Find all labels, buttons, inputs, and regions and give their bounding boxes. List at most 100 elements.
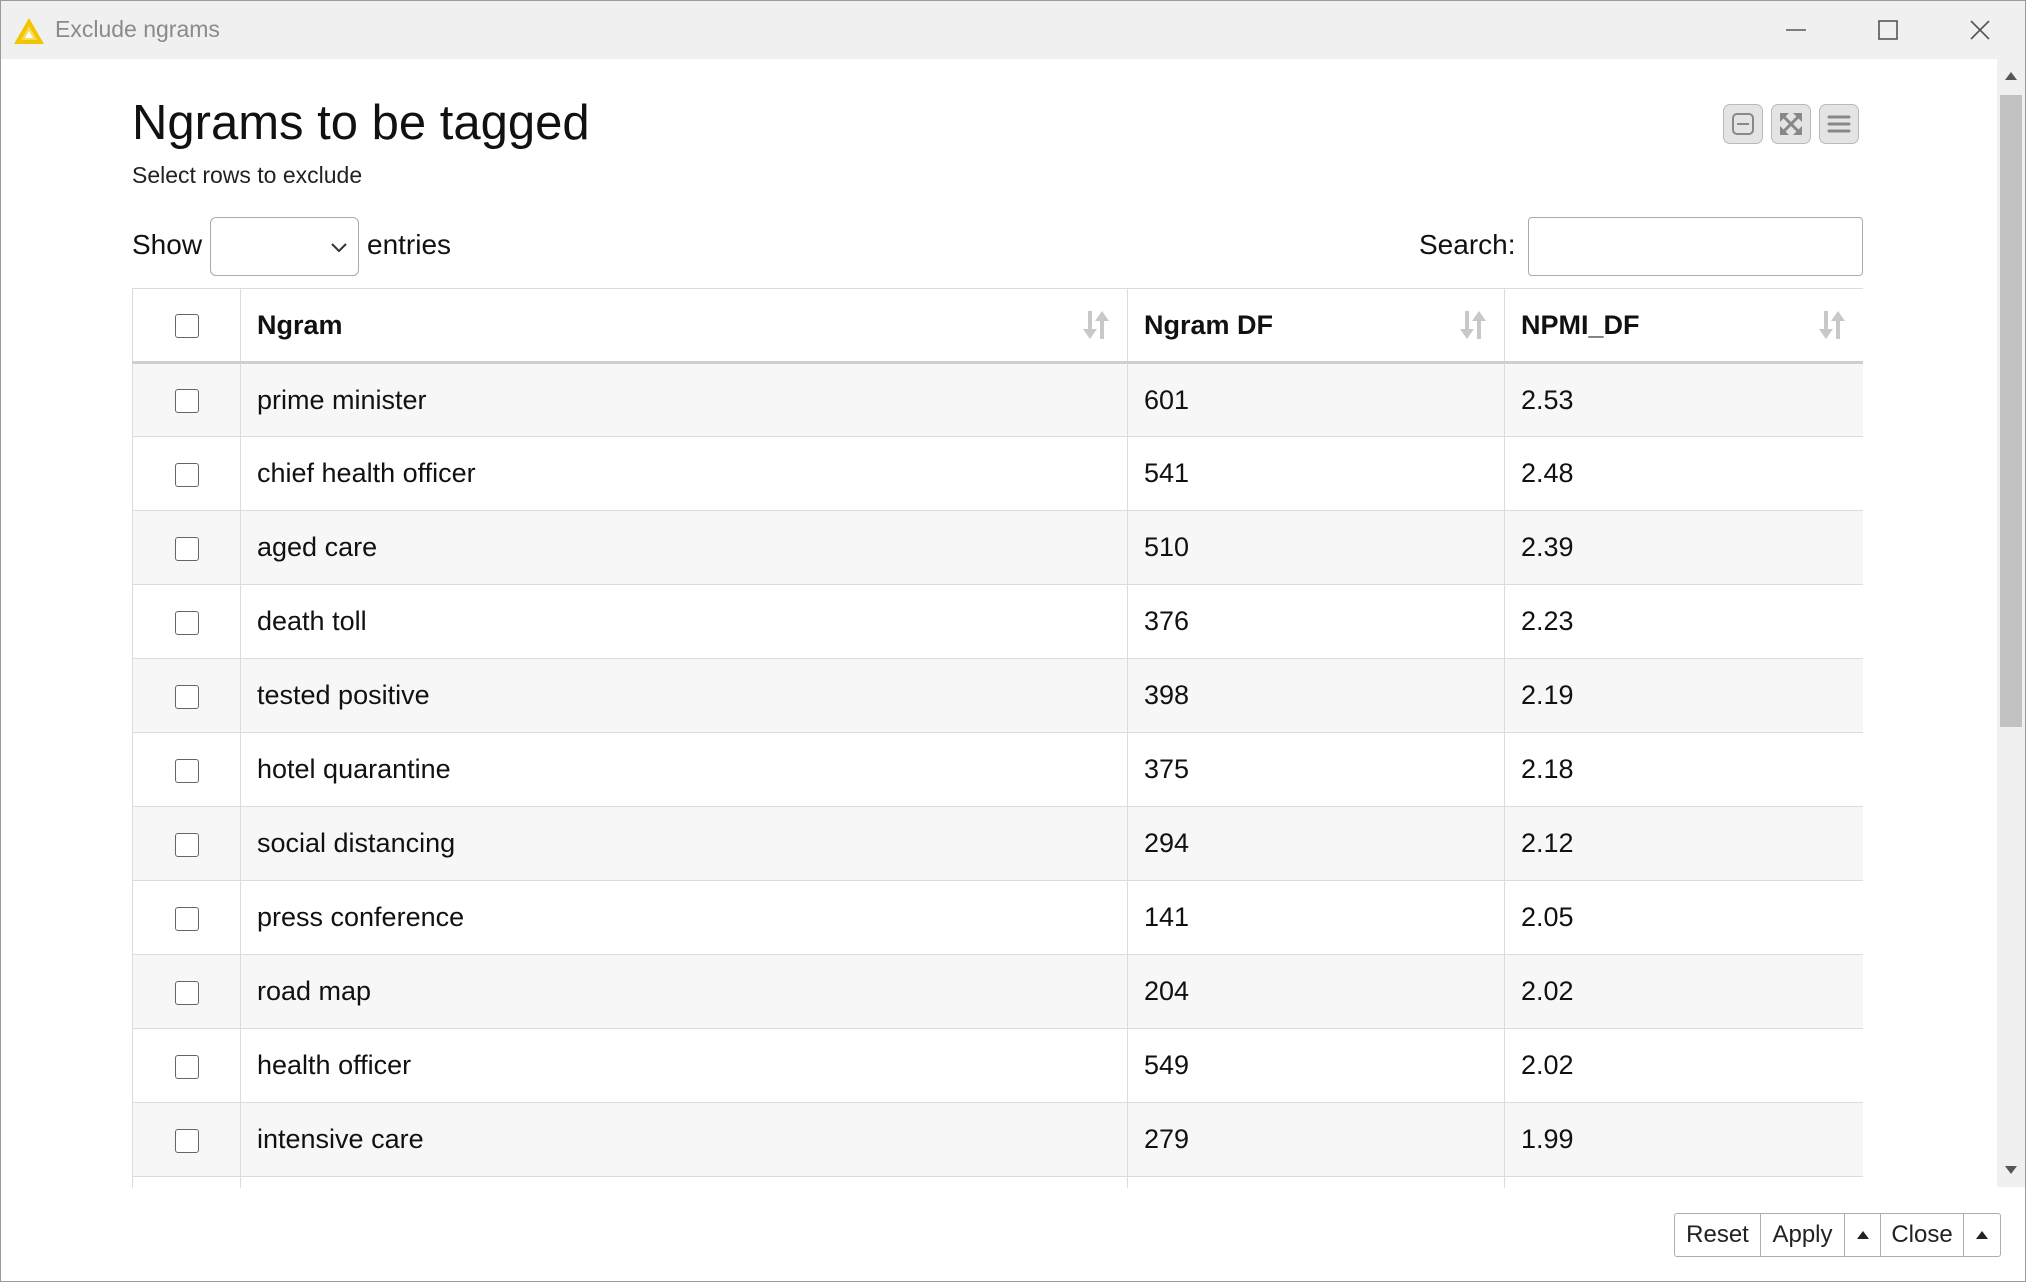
table-row[interactable]: press conference 141 2.05 (132, 880, 1863, 955)
row-checkbox[interactable] (174, 684, 199, 709)
column-header-npmi-df[interactable]: NPMI_DF (1504, 288, 1863, 364)
app-logo-icon (13, 17, 45, 45)
entries-select[interactable] (210, 217, 359, 276)
row-select-cell (132, 806, 241, 881)
table-row[interactable]: intensive care 279 1.99 (132, 1102, 1863, 1177)
triangle-up-icon (1976, 1231, 1988, 1239)
table-row[interactable] (132, 1176, 1863, 1188)
row-select-cell (132, 510, 241, 585)
entries-label: entries (367, 229, 452, 260)
table-row[interactable]: tested positive 398 2.19 (132, 658, 1863, 733)
npmi-df-cell: 2.19 (1504, 658, 1863, 733)
table-row[interactable]: aged care 510 2.39 (132, 510, 1863, 585)
table-row[interactable]: hotel quarantine 375 2.18 (132, 732, 1863, 807)
ngram-cell: health officer (240, 1028, 1128, 1103)
row-checkbox[interactable] (174, 536, 199, 561)
row-select-cell (132, 954, 241, 1029)
scroll-down-button[interactable] (1997, 1153, 2025, 1187)
column-header-ngram-df[interactable]: Ngram DF (1127, 288, 1505, 364)
ngram-table: Ngram Ngram DF NPMI_DF prime minister 60… (132, 288, 1863, 1188)
minimize-icon (1786, 29, 1806, 31)
scroll-up-button[interactable] (1997, 59, 2025, 93)
row-checkbox[interactable] (174, 1054, 199, 1079)
select-all-cell (132, 288, 241, 364)
npmi-df-cell (1504, 1176, 1863, 1188)
apply-options-button[interactable] (1844, 1213, 1881, 1257)
minimize-panel-icon (1732, 113, 1754, 135)
apply-button[interactable]: Apply (1760, 1213, 1845, 1257)
npmi-df-cell: 2.18 (1504, 732, 1863, 807)
table-row[interactable]: prime minister 601 2.53 (132, 362, 1863, 437)
row-checkbox[interactable] (174, 389, 199, 414)
npmi-df-cell: 2.05 (1504, 880, 1863, 955)
sort-icon (1460, 311, 1486, 339)
row-checkbox[interactable] (174, 832, 199, 857)
ngram-df-cell: 375 (1127, 732, 1505, 807)
triangle-up-icon (2005, 72, 2017, 80)
ngram-df-cell: 141 (1127, 880, 1505, 955)
ngram-df-cell: 204 (1127, 954, 1505, 1029)
column-header-label: NPMI_DF (1521, 309, 1640, 340)
ngram-df-cell: 294 (1127, 806, 1505, 881)
search-input[interactable] (1528, 217, 1863, 276)
ngram-cell: social distancing (240, 806, 1128, 881)
ngram-cell: prime minister (240, 362, 1128, 437)
table-row[interactable]: social distancing 294 2.12 (132, 806, 1863, 881)
row-checkbox[interactable] (174, 758, 199, 783)
ngram-cell: chief health officer (240, 436, 1128, 511)
fullscreen-icon (1780, 113, 1802, 135)
row-select-cell (132, 1102, 241, 1177)
collapse-panel-button[interactable] (1723, 104, 1763, 144)
select-all-checkbox[interactable] (174, 314, 199, 339)
view-menu-button[interactable] (1819, 104, 1859, 144)
row-select-cell (132, 436, 241, 511)
column-header-label: Ngram DF (1144, 309, 1274, 340)
scrollbar-thumb[interactable] (2000, 95, 2022, 727)
table-row[interactable]: road map 204 2.02 (132, 954, 1863, 1029)
row-checkbox[interactable] (174, 610, 199, 635)
close-button[interactable]: Close (1880, 1213, 1964, 1257)
ngram-df-cell: 510 (1127, 510, 1505, 585)
table-header-row: Ngram Ngram DF NPMI_DF (132, 288, 1863, 364)
ngram-cell (240, 1176, 1128, 1188)
column-header-ngram[interactable]: Ngram (240, 288, 1128, 364)
menu-icon (1827, 115, 1851, 133)
page-title: Ngrams to be tagged (132, 96, 590, 150)
row-checkbox[interactable] (174, 906, 199, 931)
npmi-df-cell: 2.02 (1504, 954, 1863, 1029)
row-select-cell (132, 880, 241, 955)
title-bar: Exclude ngrams (1, 1, 2025, 59)
ngram-df-cell: 398 (1127, 658, 1505, 733)
row-select-cell (132, 362, 241, 437)
sort-icon (1083, 311, 1109, 339)
npmi-df-cell: 1.99 (1504, 1102, 1863, 1177)
row-select-cell (132, 732, 241, 807)
minimize-button[interactable] (1750, 1, 1842, 59)
ngram-cell: aged care (240, 510, 1128, 585)
ngram-df-cell: 541 (1127, 436, 1505, 511)
fullscreen-button[interactable] (1771, 104, 1811, 144)
row-select-cell (132, 1176, 241, 1188)
table-row[interactable]: health officer 549 2.02 (132, 1028, 1863, 1103)
npmi-df-cell: 2.48 (1504, 436, 1863, 511)
reset-button[interactable]: Reset (1674, 1213, 1761, 1257)
close-options-button[interactable] (1963, 1213, 2001, 1257)
triangle-up-icon (1856, 1231, 1869, 1239)
ngram-cell: tested positive (240, 658, 1128, 733)
ngram-df-cell: 601 (1127, 362, 1505, 437)
row-checkbox[interactable] (174, 462, 199, 487)
row-checkbox[interactable] (174, 980, 199, 1005)
vertical-scrollbar[interactable] (1997, 59, 2025, 1187)
ngram-df-cell: 376 (1127, 584, 1505, 659)
maximize-button[interactable] (1842, 1, 1934, 59)
npmi-df-cell: 2.23 (1504, 584, 1863, 659)
row-checkbox[interactable] (174, 1128, 199, 1153)
table-row[interactable]: chief health officer 541 2.48 (132, 436, 1863, 511)
close-icon (1970, 20, 1990, 40)
table-row[interactable]: death toll 376 2.23 (132, 584, 1863, 659)
chevron-down-icon (331, 243, 347, 253)
ngram-df-cell: 279 (1127, 1102, 1505, 1177)
close-window-button[interactable] (1934, 1, 2025, 59)
ngram-df-cell: 549 (1127, 1028, 1505, 1103)
row-select-cell (132, 658, 241, 733)
